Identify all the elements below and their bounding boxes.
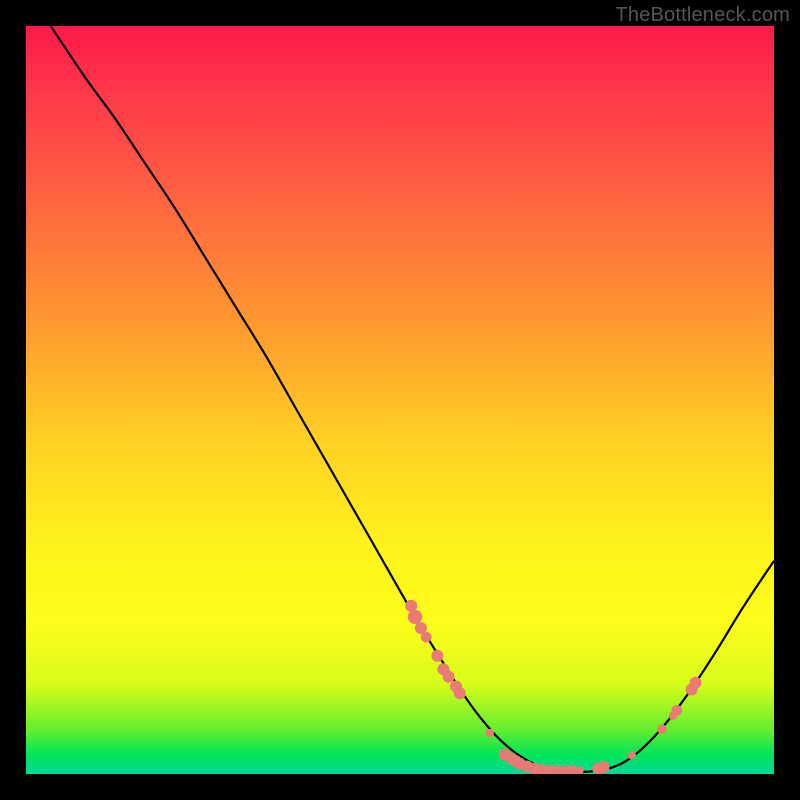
bottleneck-curve — [51, 26, 774, 772]
data-marker — [657, 724, 667, 734]
chart-svg — [26, 26, 774, 774]
data-marker — [454, 687, 466, 699]
plot-area — [26, 26, 774, 774]
data-marker — [486, 729, 494, 737]
data-marker — [443, 671, 455, 683]
data-marker — [690, 677, 702, 689]
data-markers — [405, 600, 701, 774]
data-marker — [628, 751, 636, 759]
data-marker — [598, 761, 610, 773]
data-marker — [431, 650, 443, 662]
watermark-text: TheBottleneck.com — [615, 4, 790, 27]
data-marker — [408, 610, 422, 624]
data-marker — [421, 632, 432, 643]
data-marker — [671, 705, 682, 716]
